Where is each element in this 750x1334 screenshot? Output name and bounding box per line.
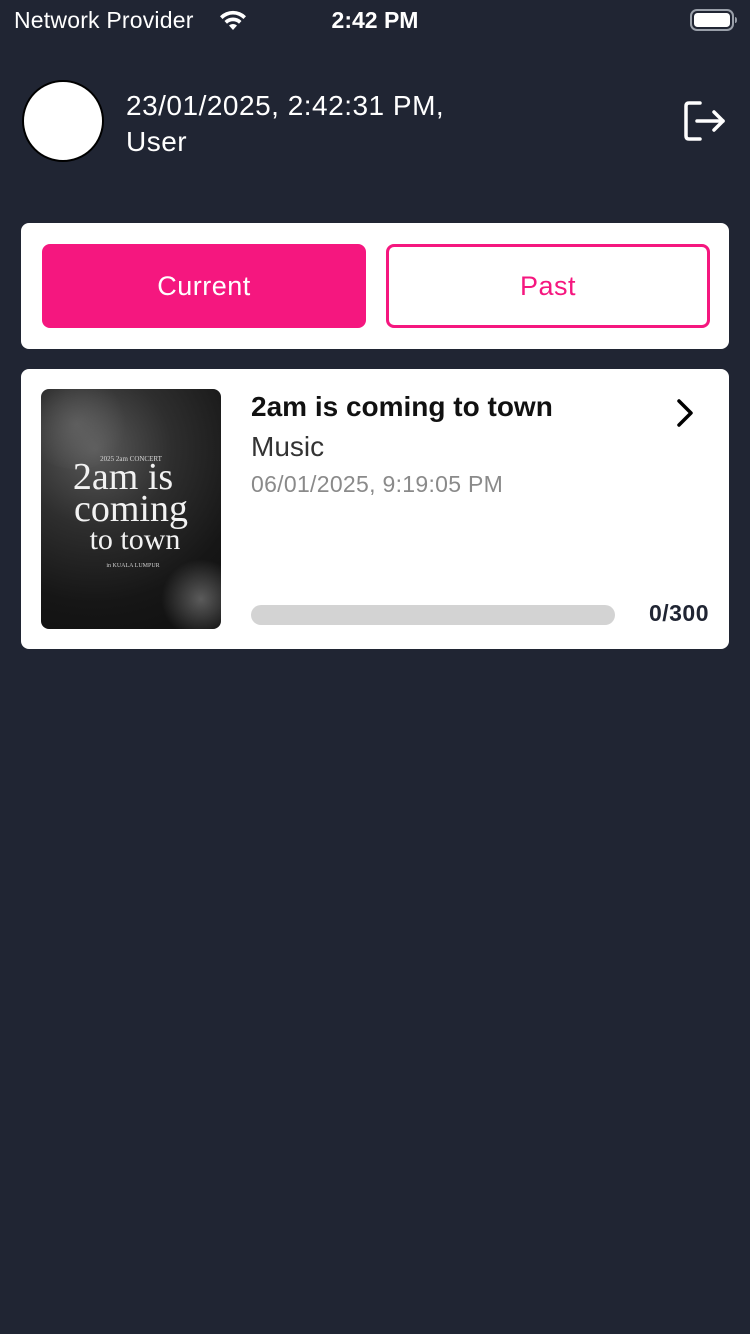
ticket-progress-count: 0/300 bbox=[648, 600, 709, 626]
poster-main-line-3: to town bbox=[90, 523, 181, 556]
app-screen: Network Provider 2:42 PM 23/01/2025, 2:4… bbox=[0, 0, 750, 1334]
ticket-progress-bar bbox=[251, 605, 615, 625]
poster-bottom-line: in KUALA LUMPUR bbox=[106, 563, 159, 569]
event-card[interactable]: 2025 2am CONCERT 2am is coming to town i… bbox=[21, 369, 729, 649]
event-datetime: 06/01/2025, 9:19:05 PM bbox=[251, 471, 504, 497]
poster-artwork: 2025 2am CONCERT 2am is coming to town i… bbox=[73, 455, 188, 569]
tab-current[interactable]: Current bbox=[42, 244, 366, 328]
event-title: 2am is coming to town bbox=[251, 391, 553, 422]
header-datetime: 23/01/2025, 2:42:31 PM, bbox=[126, 90, 445, 121]
status-bar: Network Provider 2:42 PM bbox=[0, 0, 750, 40]
header-username: User bbox=[126, 126, 188, 157]
event-poster-image: 2025 2am CONCERT 2am is coming to town i… bbox=[41, 389, 221, 629]
status-time: 2:42 PM bbox=[331, 7, 419, 33]
header-info: 23/01/2025, 2:42:31 PM, User bbox=[126, 88, 444, 160]
event-category: Music bbox=[251, 431, 325, 462]
tab-switcher: Current Past bbox=[21, 223, 729, 349]
logout-icon[interactable] bbox=[680, 98, 728, 144]
tab-past[interactable]: Past bbox=[386, 244, 710, 328]
battery-full-icon bbox=[690, 9, 737, 31]
chevron-right-icon[interactable] bbox=[673, 397, 697, 429]
avatar[interactable] bbox=[22, 80, 104, 162]
profile-header: 23/01/2025, 2:42:31 PM, User bbox=[0, 78, 750, 164]
